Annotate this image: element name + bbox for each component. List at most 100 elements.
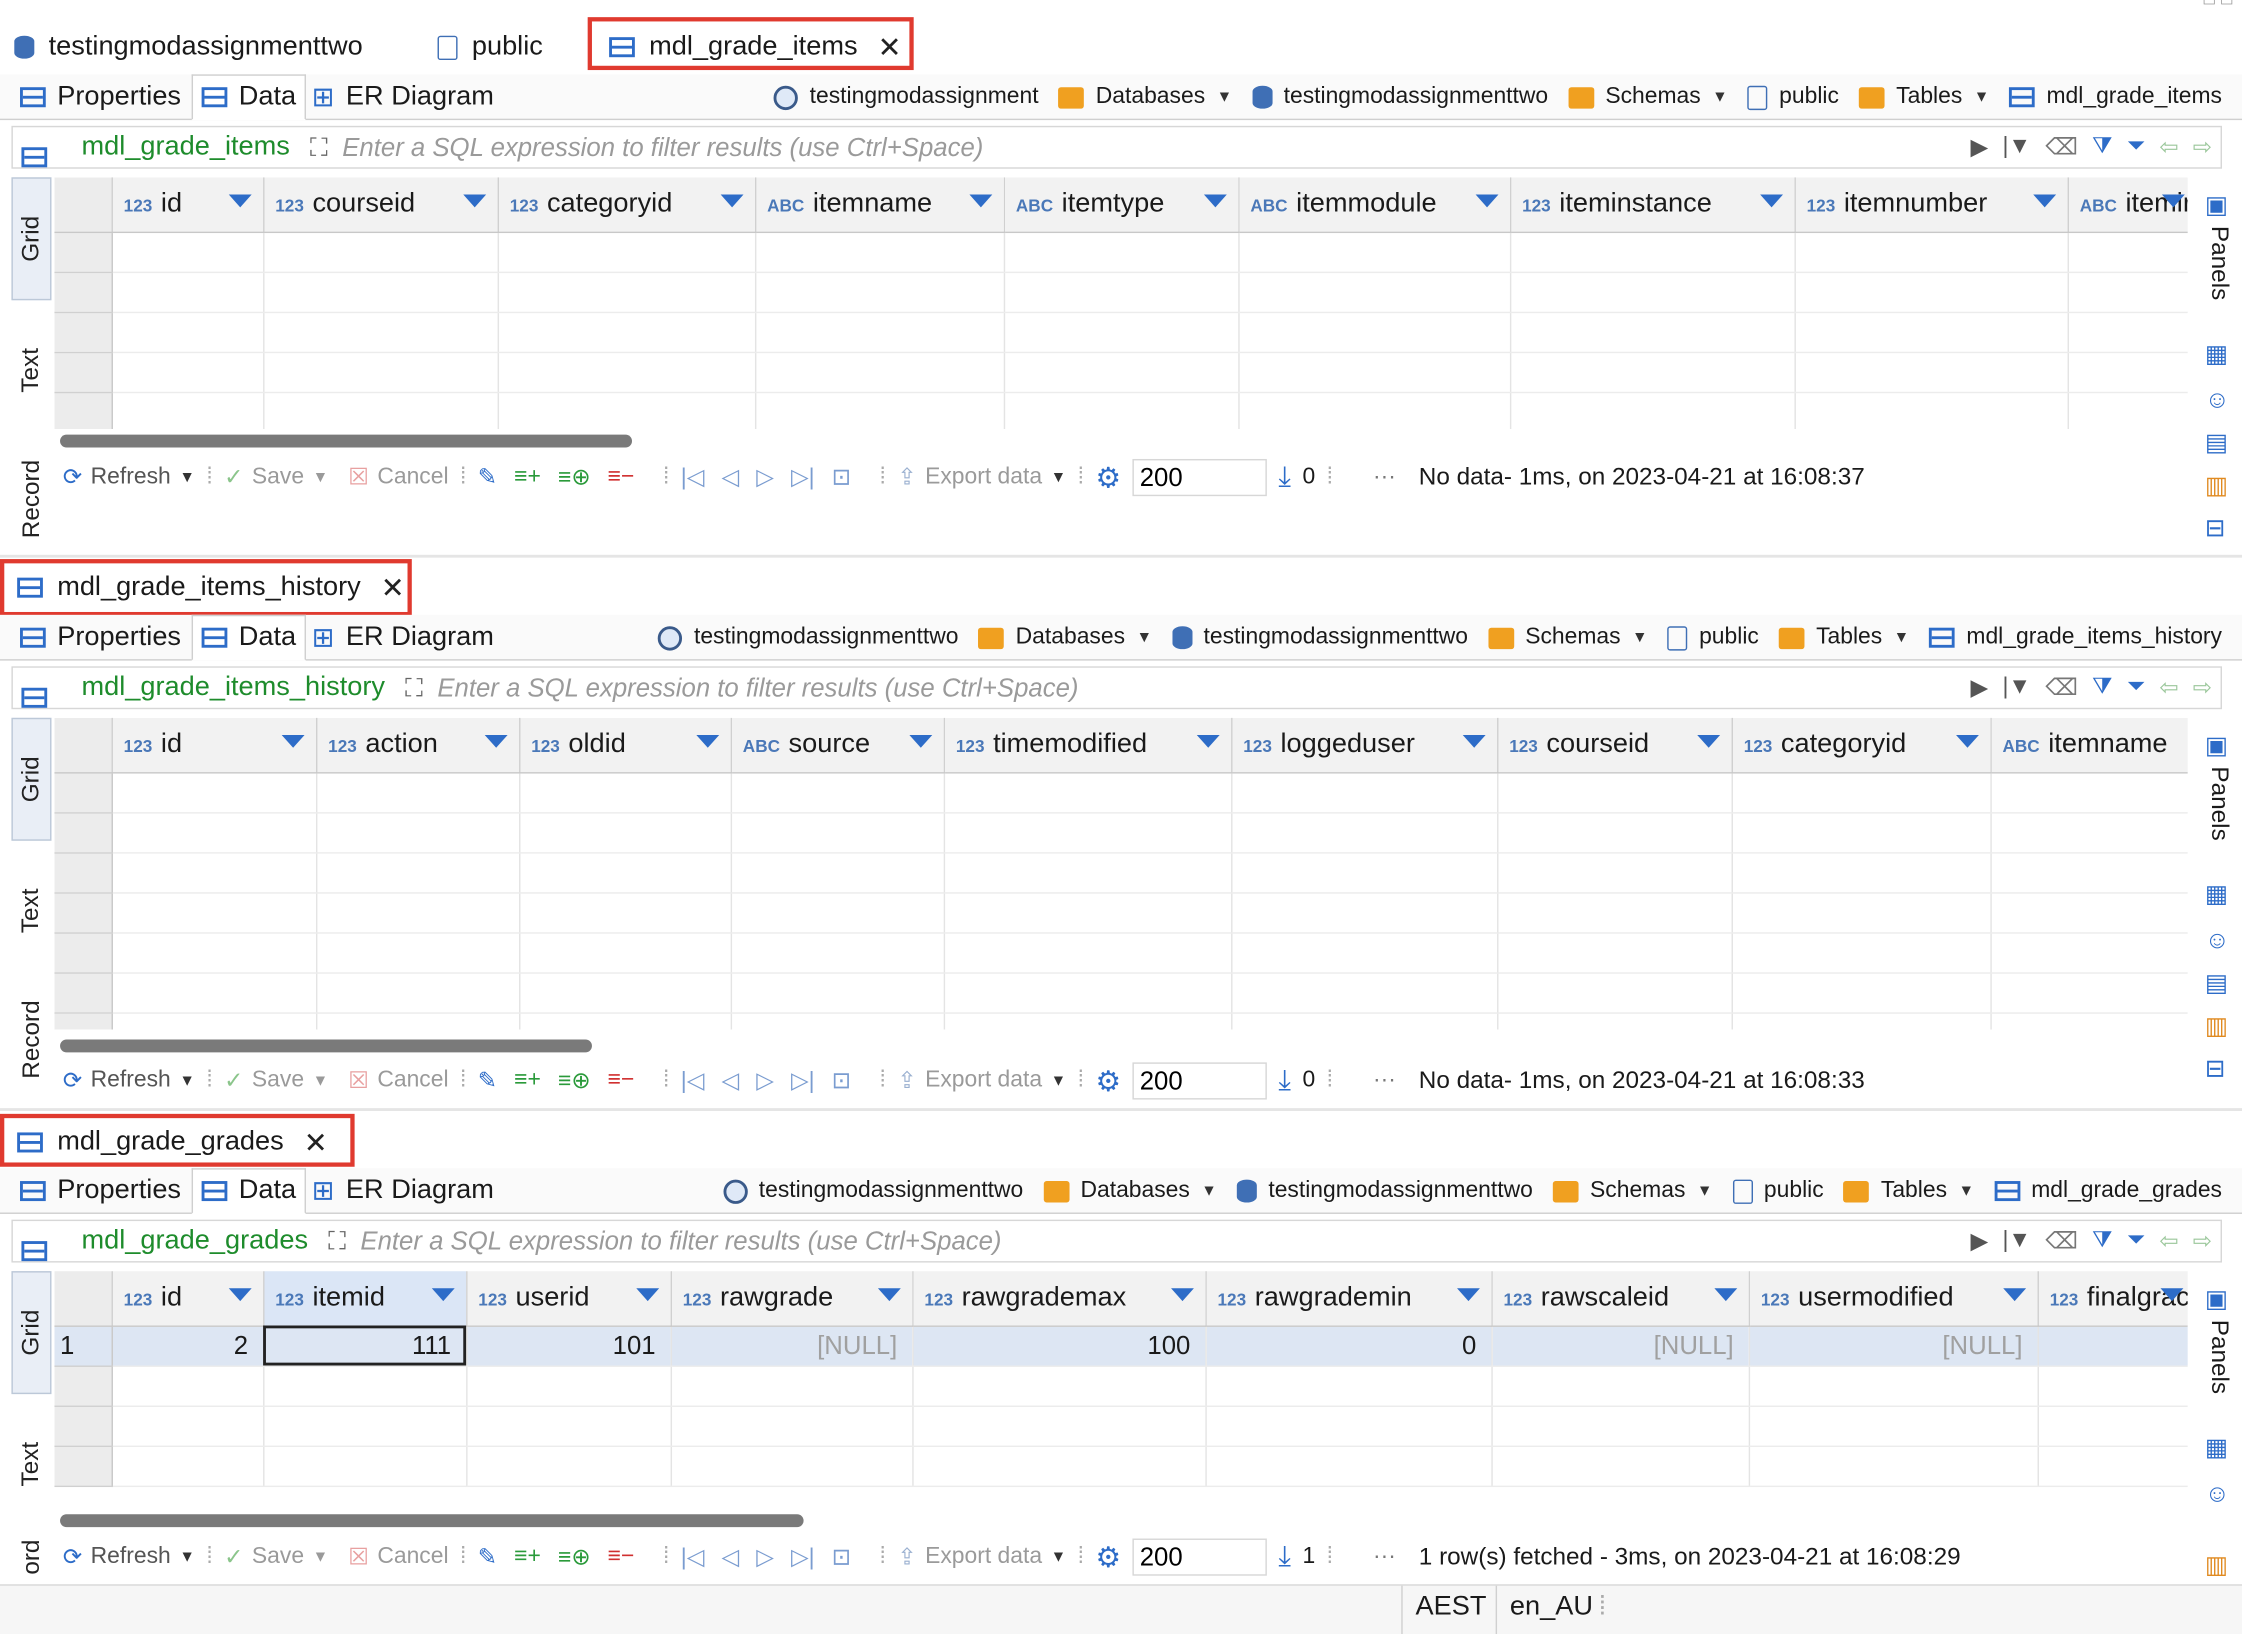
table-cell[interactable]	[1794, 391, 2069, 429]
column-header[interactable]: 123 oldid	[519, 717, 732, 773]
play-icon[interactable]: ▶	[1971, 1227, 1989, 1256]
table-cell[interactable]	[1731, 972, 1992, 1014]
fetch-size-input[interactable]	[1132, 458, 1267, 497]
table-cell[interactable]	[1731, 772, 1992, 813]
table-cell[interactable]	[943, 892, 1232, 933]
editor-tab-database[interactable]: testingmodassignmenttwo	[14, 20, 363, 74]
add-row-icon[interactable]: ≡+	[514, 1544, 541, 1570]
table-cell[interactable]: 111	[263, 1325, 467, 1367]
crumb-database[interactable]: testingmodassignmenttwo	[1268, 1178, 1532, 1204]
crumb-connection[interactable]: testingmodassignmenttwo	[759, 1178, 1023, 1204]
column-header[interactable]: ABC itemir	[2067, 177, 2188, 233]
expand-icon[interactable]: ⛶	[405, 673, 423, 703]
table-cell[interactable]	[1990, 812, 2188, 853]
results-grid[interactable]: 123 id 123 courseid 123 categoryid ABC itemname…	[54, 177, 2188, 429]
table-cell[interactable]	[943, 972, 1232, 1014]
table-cell[interactable]	[1509, 231, 1796, 273]
table-cell[interactable]	[1231, 812, 1498, 853]
table-row[interactable]	[54, 231, 2188, 273]
table-cell[interactable]	[263, 391, 499, 429]
refresh-button[interactable]: Refresh	[91, 465, 171, 491]
crumb-tables[interactable]: Tables	[1881, 1178, 1947, 1204]
row-number-header[interactable]	[54, 177, 113, 233]
table-row[interactable]	[54, 391, 2188, 429]
chevron-down-icon[interactable]	[228, 1288, 251, 1302]
view-tab-text[interactable]: Text	[11, 320, 51, 420]
table-row[interactable]	[54, 351, 2188, 393]
table-row[interactable]	[54, 1012, 2188, 1030]
table-row[interactable]	[54, 852, 2188, 893]
horizontal-scrollbar[interactable]	[60, 434, 632, 448]
table-cell[interactable]	[1990, 772, 2188, 813]
refresh-button[interactable]: Refresh	[91, 1544, 171, 1570]
chevron-down-icon[interactable]: ▼	[313, 1072, 329, 1089]
table-cell[interactable]	[2037, 1445, 2188, 1487]
table-cell[interactable]	[1509, 351, 1796, 393]
tab-properties[interactable]: Properties	[11, 1168, 189, 1214]
chevron-down-icon[interactable]	[1203, 194, 1227, 208]
add-row-icon[interactable]: ≡+	[514, 1068, 541, 1094]
locale-indicator[interactable]: en_AU	[1510, 1591, 1593, 1622]
table-cell[interactable]	[730, 812, 945, 853]
smiley-icon[interactable]: ☺	[2205, 386, 2230, 415]
next-page-icon[interactable]: ▷	[756, 1543, 774, 1572]
table-cell[interactable]	[943, 932, 1232, 974]
table-cell[interactable]	[1238, 231, 1511, 273]
horizontal-scrollbar[interactable]	[60, 1039, 592, 1053]
table-cell[interactable]	[1205, 1445, 1493, 1487]
filter-settings-icon[interactable]: ⧩	[2092, 675, 2112, 701]
column-header[interactable]: 123 rawgrademax	[912, 1271, 1207, 1327]
table-cell[interactable]	[670, 1405, 913, 1447]
table-cell[interactable]	[1990, 932, 2188, 974]
table-cell[interactable]	[497, 351, 756, 393]
column-header[interactable]: 123 categoryid	[1731, 717, 1992, 773]
delete-row-icon[interactable]: ≡−	[608, 1068, 635, 1094]
chevron-down-icon[interactable]	[635, 1288, 659, 1302]
table-cell[interactable]	[263, 351, 499, 393]
chevron-down-icon[interactable]	[1196, 734, 1219, 748]
view-tab-text[interactable]: Text	[11, 1414, 51, 1514]
add-row-icon[interactable]: ≡+	[514, 465, 541, 491]
table-cell[interactable]	[1990, 972, 2188, 1014]
tab-data[interactable]: Data	[191, 1168, 307, 1214]
table-cell[interactable]	[2037, 1365, 2188, 1407]
column-header[interactable]: 123 itemnumber	[1794, 177, 2069, 233]
calendar-icon[interactable]: ▤	[2205, 429, 2228, 458]
filter-input[interactable]: Enter a SQL expression to filter results…	[437, 673, 1078, 703]
table-cell[interactable]	[670, 1445, 913, 1487]
table-cell[interactable]	[497, 391, 756, 429]
table-cell[interactable]	[1794, 311, 2069, 353]
table-cell[interactable]	[1238, 351, 1511, 393]
forward-icon[interactable]: ⇨	[2193, 133, 2212, 162]
column-header[interactable]: 123 id	[111, 177, 264, 233]
table-cell[interactable]	[519, 972, 732, 1014]
table-cell[interactable]	[263, 1445, 467, 1487]
table-cell[interactable]	[111, 1365, 264, 1407]
table-cell[interactable]	[1990, 892, 2188, 933]
table-cell[interactable]	[1491, 1365, 1750, 1407]
table-cell[interactable]	[315, 892, 520, 933]
table-cell[interactable]	[315, 772, 520, 813]
table-cell[interactable]	[1491, 1445, 1750, 1487]
view-tab-record[interactable]: Record	[11, 989, 51, 1089]
table-cell[interactable]	[730, 852, 945, 893]
gear-icon[interactable]: ⚙	[1095, 460, 1121, 496]
table-cell[interactable]	[754, 351, 1005, 393]
chevron-down-icon[interactable]: ▼	[1974, 89, 1990, 106]
chevron-down-icon[interactable]	[462, 194, 486, 208]
table-cell[interactable]	[730, 932, 945, 974]
last-page-icon[interactable]: ▷|	[791, 1067, 815, 1096]
history-dropdown-icon[interactable]: |▼	[2002, 134, 2031, 160]
panel-toggle-icon[interactable]: ▣	[2205, 732, 2228, 761]
chevron-down-icon[interactable]	[1474, 194, 1498, 208]
forward-icon[interactable]: ⇨	[2193, 1227, 2212, 1256]
chevron-down-icon[interactable]	[280, 734, 304, 748]
chevron-down-icon[interactable]: ▼	[179, 1072, 195, 1089]
cancel-button[interactable]: Cancel	[377, 1544, 448, 1570]
table-cell[interactable]	[912, 1405, 1207, 1447]
table-cell[interactable]: 101	[466, 1325, 672, 1367]
first-page-icon[interactable]: |◁	[681, 463, 705, 492]
chevron-down-icon[interactable]: ▼	[179, 1549, 195, 1566]
table-row[interactable]	[54, 311, 2188, 353]
tab-er-diagram[interactable]: ⊞ ER Diagram	[303, 1168, 502, 1214]
